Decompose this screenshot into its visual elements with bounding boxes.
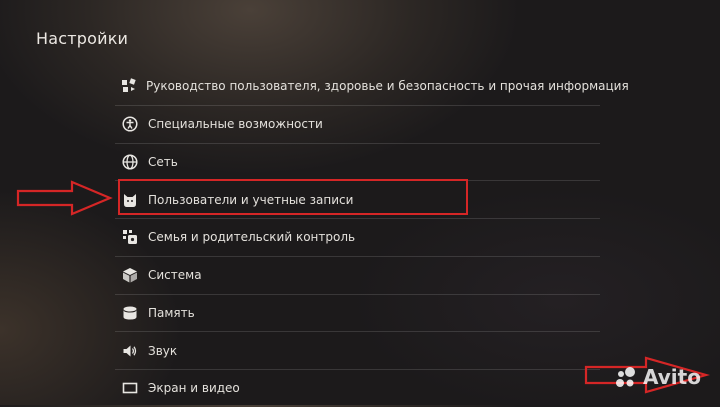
settings-menu: Руководство пользователя, здоровье и без… (115, 68, 629, 407)
cube-icon (121, 266, 139, 284)
menu-item-display[interactable]: Экран и видео (115, 370, 600, 407)
globe-icon (121, 153, 139, 171)
avito-logo-icon (616, 367, 635, 387)
watermark-text: Avito (643, 365, 701, 389)
menu-item-label: Руководство пользователя, здоровье и без… (146, 79, 629, 94)
family-icon (121, 228, 139, 246)
menu-item-label: Сеть (148, 154, 178, 169)
storage-icon (121, 304, 139, 322)
arrow-right-annotation-icon (16, 180, 113, 216)
speaker-icon (121, 342, 139, 360)
page-title: Настройки (36, 29, 129, 48)
menu-item-label: Звук (148, 343, 178, 358)
menu-item-system[interactable]: Система (115, 257, 600, 295)
guide-icon (121, 77, 137, 95)
menu-item-label: Экран и видео (148, 381, 240, 396)
menu-item-network[interactable]: Сеть (115, 144, 600, 182)
menu-item-storage[interactable]: Память (115, 295, 600, 333)
avito-watermark: Avito (614, 365, 701, 389)
menu-item-accessibility[interactable]: Специальные возможности (115, 106, 600, 144)
menu-item-label: Память (148, 305, 195, 320)
menu-item-family[interactable]: Семья и родительский контроль (115, 219, 600, 257)
accessibility-icon (121, 115, 139, 133)
display-icon (121, 379, 139, 397)
menu-item-sound[interactable]: Звук (115, 332, 600, 370)
menu-item-label: Специальные возможности (148, 117, 323, 132)
menu-item-label: Семья и родительский контроль (148, 230, 356, 245)
menu-item-label: Система (148, 268, 202, 283)
menu-item-guide[interactable]: Руководство пользователя, здоровье и без… (115, 68, 629, 106)
highlight-box (118, 179, 468, 215)
